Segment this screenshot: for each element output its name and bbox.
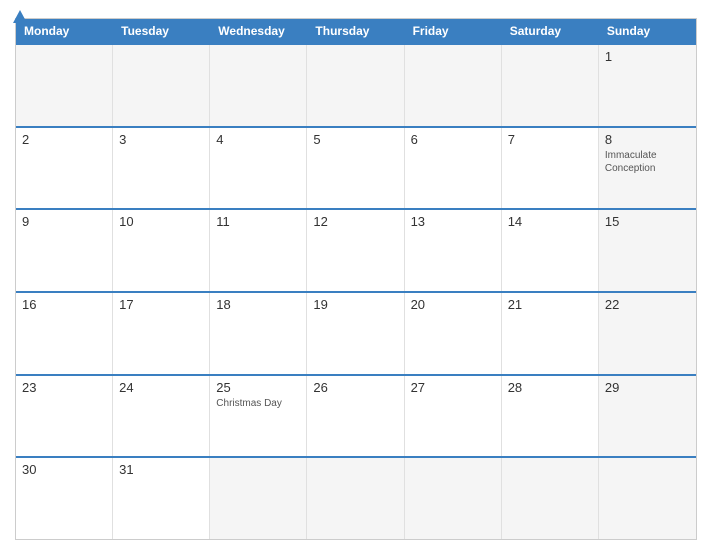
calendar-cell: [307, 458, 404, 539]
calendar-cell: 2: [16, 128, 113, 209]
calendar-cell: 28: [502, 376, 599, 457]
day-number: 24: [119, 380, 203, 395]
calendar-week-3: 9 10 11 12 13 14 15: [16, 208, 696, 291]
calendar-cell: 10: [113, 210, 210, 291]
calendar-cell: 11: [210, 210, 307, 291]
calendar-week-4: 16 17 18 19 20 21 22: [16, 291, 696, 374]
day-number: 22: [605, 297, 690, 312]
day-number: 20: [411, 297, 495, 312]
day-number: 2: [22, 132, 106, 147]
day-number: 12: [313, 214, 397, 229]
calendar-cell: 1: [599, 45, 696, 126]
calendar-cell: 22: [599, 293, 696, 374]
calendar-cell: 19: [307, 293, 404, 374]
day-number: 1: [605, 49, 690, 64]
day-number: 27: [411, 380, 495, 395]
calendar-cell: 12: [307, 210, 404, 291]
day-number: 29: [605, 380, 690, 395]
calendar-cell: [599, 458, 696, 539]
calendar-week-6: 30 31: [16, 456, 696, 539]
day-number: 5: [313, 132, 397, 147]
calendar-cell: 20: [405, 293, 502, 374]
calendar-cell: 30: [16, 458, 113, 539]
calendar-cell: [405, 458, 502, 539]
calendar-grid: MondayTuesdayWednesdayThursdayFridaySatu…: [15, 18, 697, 540]
calendar-cell: 17: [113, 293, 210, 374]
day-number: 19: [313, 297, 397, 312]
day-number: 11: [216, 214, 300, 229]
day-number: 21: [508, 297, 592, 312]
day-number: 30: [22, 462, 106, 477]
calendar-cell: 14: [502, 210, 599, 291]
day-header-monday: Monday: [16, 19, 113, 43]
day-event: Immaculate Conception: [605, 149, 690, 175]
calendar-cell: [113, 45, 210, 126]
calendar-cell: [16, 45, 113, 126]
day-number: 31: [119, 462, 203, 477]
calendar-cell: [502, 45, 599, 126]
calendar-cell: 18: [210, 293, 307, 374]
day-number: 17: [119, 297, 203, 312]
calendar-cell: [210, 458, 307, 539]
calendar-cell: [405, 45, 502, 126]
day-header-wednesday: Wednesday: [210, 19, 307, 43]
calendar-week-2: 2345678 Immaculate Conception: [16, 126, 696, 209]
calendar-cell: 3: [113, 128, 210, 209]
day-number: 3: [119, 132, 203, 147]
calendar-week-5: 23 24 25 Christmas Day 26 27 28 29: [16, 374, 696, 457]
calendar-cell: 9: [16, 210, 113, 291]
day-number: 8: [605, 132, 690, 147]
calendar-cell: 5: [307, 128, 404, 209]
day-number: 16: [22, 297, 106, 312]
calendar-cell: [210, 45, 307, 126]
calendar-cell: 4: [210, 128, 307, 209]
calendar-cell: 27: [405, 376, 502, 457]
day-number: 9: [22, 214, 106, 229]
day-header-saturday: Saturday: [502, 19, 599, 43]
calendar-cell: 6: [405, 128, 502, 209]
calendar-week-1: 1: [16, 43, 696, 126]
calendar-cell: 31: [113, 458, 210, 539]
calendar-cell: 26: [307, 376, 404, 457]
calendar-cell: 23: [16, 376, 113, 457]
calendar-cell: 21: [502, 293, 599, 374]
calendar-cell: 24: [113, 376, 210, 457]
day-number: 14: [508, 214, 592, 229]
calendar-cell: [502, 458, 599, 539]
calendar-cell: 16: [16, 293, 113, 374]
calendar-page: MondayTuesdayWednesdayThursdayFridaySatu…: [0, 0, 712, 550]
calendar-cell: 29: [599, 376, 696, 457]
day-header-thursday: Thursday: [307, 19, 404, 43]
day-number: 25: [216, 380, 300, 395]
day-header-sunday: Sunday: [599, 19, 696, 43]
day-header-tuesday: Tuesday: [113, 19, 210, 43]
calendar-cell: [307, 45, 404, 126]
day-number: 15: [605, 214, 690, 229]
calendar-body: 12345678Immaculate Conception91011121314…: [16, 43, 696, 539]
day-number: 26: [313, 380, 397, 395]
day-event: Christmas Day: [216, 397, 300, 410]
calendar-day-headers: MondayTuesdayWednesdayThursdayFridaySatu…: [16, 19, 696, 43]
calendar-cell: 7: [502, 128, 599, 209]
day-number: 4: [216, 132, 300, 147]
calendar-cell: 15: [599, 210, 696, 291]
day-number: 18: [216, 297, 300, 312]
day-number: 10: [119, 214, 203, 229]
calendar-cell: 13: [405, 210, 502, 291]
day-header-friday: Friday: [405, 19, 502, 43]
day-number: 7: [508, 132, 592, 147]
day-number: 28: [508, 380, 592, 395]
day-number: 6: [411, 132, 495, 147]
calendar-cell: 8 Immaculate Conception: [599, 128, 696, 209]
day-number: 13: [411, 214, 495, 229]
logo-triangle-icon: [13, 10, 27, 23]
calendar-cell: 25 Christmas Day: [210, 376, 307, 457]
day-number: 23: [22, 380, 106, 395]
